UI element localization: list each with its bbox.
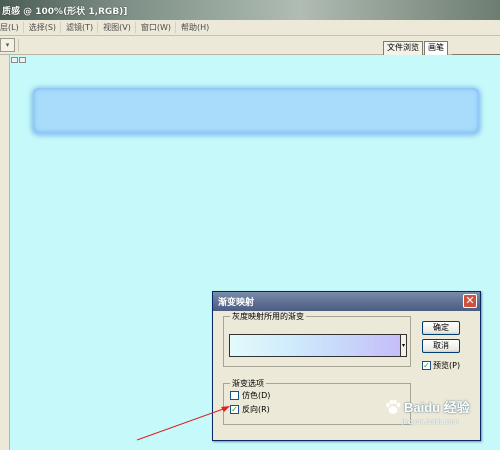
- baidu-watermark: Baidu 经验: [384, 397, 470, 416]
- watermark-subtext: jingyan.baidu.com: [402, 419, 459, 426]
- baidu-paw-logo-icon: [386, 399, 401, 414]
- watermark-text: Baidu 经验: [404, 400, 470, 415]
- annotation-arrow: [136, 406, 230, 441]
